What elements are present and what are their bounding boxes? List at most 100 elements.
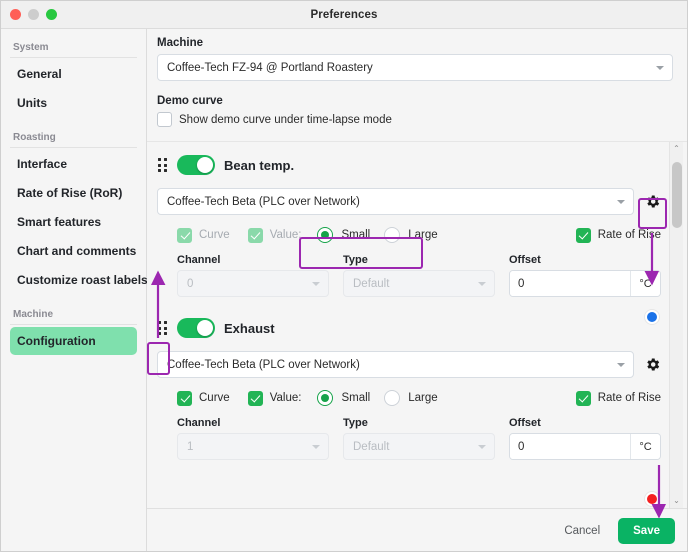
chevron-down-icon [656,65,664,70]
device-name-exhaust: Exhaust [224,320,275,336]
scrollbar-thumb[interactable] [671,162,682,228]
channel-value-bean-temp: 0 [187,277,194,290]
value-checkbox-row-exhaust[interactable]: Value: [247,390,302,406]
device-source-select-exhaust[interactable]: Coffee-Tech Beta (PLC over Network) [157,351,634,378]
cancel-button[interactable]: Cancel [560,520,604,542]
curve-checkbox-bean-temp[interactable] [177,227,192,243]
status-dot-exhaust [645,492,659,506]
value-label-bean-temp: Value: [269,229,302,241]
gear-icon-bean-temp[interactable] [643,193,661,211]
curve-checkbox-row-bean-temp[interactable]: Curve [177,227,230,243]
drag-handle-icon[interactable] [157,321,168,336]
curve-label-bean-temp: Curve [199,229,230,241]
type-col-exhaust: Type Default [343,417,495,460]
scroll-down-arrow-icon[interactable]: ⌄ [670,494,684,508]
sidebar-item-general[interactable]: General [10,60,137,88]
chevron-down-icon [312,444,320,449]
sidebar-group-system: System [10,37,137,58]
drag-handle-icon[interactable] [157,158,168,173]
offset-input-bean-temp[interactable] [510,271,630,296]
offset-field-exhaust[interactable]: °C [509,433,661,460]
device-params-row-exhaust: Channel 1 Type Default Offset 0 °C [157,417,661,460]
radio-small-bean-temp[interactable] [317,227,334,243]
machine-select[interactable]: Coffee-Tech FZ-94 @ Portland Roastery [157,54,673,81]
offset-input-exhaust[interactable] [510,434,630,459]
type-label-exhaust: Type [343,417,368,429]
sidebar-group-machine: Machine [10,304,137,325]
channel-select-bean-temp: 0 [177,270,329,297]
device-list-scrollbar[interactable]: ⌃ ⌄ [669,142,683,508]
ror-checkbox-exhaust[interactable] [575,390,591,406]
value-checkbox-row-bean-temp[interactable]: Value: [247,227,302,243]
window-titlebar: Preferences [1,1,687,29]
radio-small-exhaust[interactable] [317,390,334,406]
ror-checkbox-row-bean-temp[interactable]: Rate of Rise [575,227,661,243]
scrollbar-track[interactable] [670,156,684,494]
device-toggle-bean-temp[interactable] [177,155,215,175]
device-source-select-bean-temp[interactable]: Coffee-Tech Beta (PLC over Network) [157,188,634,215]
status-dot-bean-temp [645,310,659,324]
value-checkbox-exhaust[interactable] [247,390,263,406]
offset-field-bean-temp[interactable]: °C [509,270,661,297]
machine-label: Machine [157,37,204,49]
demo-curve-checkbox-row[interactable]: Show demo curve under time-lapse mode [157,112,673,127]
device-source-row-bean-temp: Coffee-Tech Beta (PLC over Network) [157,188,661,215]
type-value-bean-temp: Default [353,277,390,290]
device-list-scroll-area[interactable]: Bean temp. Coffee-Tech Beta (PLC over Ne… [147,141,687,508]
curve-checkbox-exhaust[interactable] [177,390,192,406]
sidebar-item-configuration[interactable]: Configuration [10,327,137,355]
main-panel: Machine Coffee-Tech FZ-94 @ Portland Roa… [147,29,687,551]
device-header-bean-temp: Bean temp. [157,152,661,324]
dialog-footer: Cancel Save [147,508,687,551]
save-button[interactable]: Save [618,517,675,544]
sidebar-item-chart-and-comments[interactable]: Chart and comments [10,237,137,265]
ror-checkbox-row-exhaust[interactable]: Rate of Rise [575,390,661,406]
demo-curve-section: Demo curve Show demo curve under time-la… [157,95,673,127]
radio-small-label-bean-temp: Small [341,229,371,241]
offset-col-exhaust: Offset °C [509,417,661,460]
offset-label-bean-temp: Offset [509,254,541,266]
radio-large-exhaust[interactable] [384,390,401,406]
demo-curve-checkbox-label: Show demo curve under time-lapse mode [179,113,392,126]
scroll-up-arrow-icon[interactable]: ⌃ [670,142,684,156]
device-options-row-bean-temp: Curve Value: Small Large Rate of Rise [157,227,661,243]
sidebar-item-rate-of-rise[interactable]: Rate of Rise (RoR) [10,179,137,207]
device-params-row-bean-temp: Channel 0 Type Default Offset 0 °C [157,254,661,297]
channel-col-bean-temp: Channel 0 [177,254,329,297]
sidebar-item-interface[interactable]: Interface [10,150,137,178]
window-title: Preferences [310,8,378,21]
device-name-bean-temp: Bean temp. [224,157,295,173]
zoom-button[interactable] [46,9,57,20]
chevron-down-icon [478,444,486,449]
sidebar-item-customize-roast-labels[interactable]: Customize roast labels [10,266,148,294]
close-button[interactable] [10,9,21,20]
chevron-down-icon [617,362,625,367]
demo-curve-checkbox[interactable] [157,112,172,127]
minimize-button[interactable] [28,9,39,20]
demo-curve-label: Demo curve [157,95,223,107]
radio-large-bean-temp[interactable] [384,227,401,243]
sidebar-item-smart-features[interactable]: Smart features [10,208,137,236]
value-checkbox-bean-temp[interactable] [247,227,263,243]
radio-small-label-exhaust: Small [341,392,371,404]
type-col-bean-temp: Type Default [343,254,495,297]
value-label-exhaust: Value: [269,392,302,404]
ror-checkbox-bean-temp[interactable] [575,227,591,243]
size-radio-group-bean-temp: Small Large [317,227,438,243]
device-source-row-exhaust: Coffee-Tech Beta (PLC over Network) [157,351,661,378]
sidebar-item-units[interactable]: Units [10,89,137,117]
radio-large-label-exhaust: Large [408,392,438,404]
type-select-exhaust: Default [343,433,495,460]
machine-section: Machine Coffee-Tech FZ-94 @ Portland Roa… [147,29,687,127]
radio-large-label-bean-temp: Large [408,229,438,241]
type-select-bean-temp: Default [343,270,495,297]
device-toggle-exhaust[interactable] [177,318,215,338]
ror-label-bean-temp: Rate of Rise [597,229,661,241]
curve-checkbox-row-exhaust[interactable]: Curve [177,390,230,406]
type-label-bean-temp: Type [343,254,368,266]
window-controls [1,9,57,20]
channel-select-exhaust: 1 [177,433,329,460]
ror-label-exhaust: Rate of Rise [597,392,661,404]
chevron-down-icon [312,281,320,286]
gear-icon-exhaust[interactable] [643,356,661,374]
